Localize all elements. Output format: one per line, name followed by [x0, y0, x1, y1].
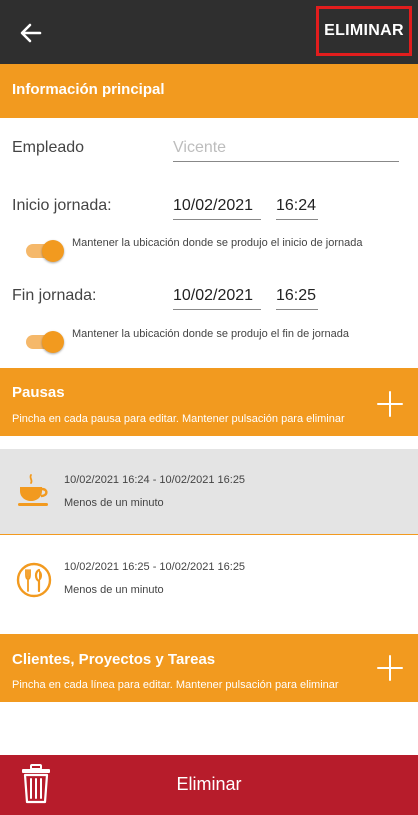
clients-header: Clientes, Proyectos y Tareas Pincha en c…	[0, 634, 418, 702]
toggle-knob	[42, 331, 64, 353]
pauses-header: Pausas Pincha en cada pausa para editar.…	[0, 368, 418, 436]
start-label: Inicio jornada:	[12, 197, 112, 214]
pause-item[interactable]: 10/02/2021 16:25 - 10/02/2021 16:25 Meno…	[0, 536, 418, 622]
start-location-toggle[interactable]	[26, 239, 64, 262]
pause-item[interactable]: 10/02/2021 16:24 - 10/02/2021 16:25 Meno…	[0, 449, 418, 535]
end-location-label: Mantener la ubicación donde se produjo e…	[72, 328, 350, 340]
employee-label: Empleado	[12, 139, 85, 156]
delete-action-button[interactable]: ELIMINAR	[316, 6, 412, 56]
employee-field[interactable]: Vicente	[173, 139, 399, 162]
add-pause-icon[interactable]	[376, 390, 404, 418]
start-location-label: Mantener la ubicación donde se produjo e…	[72, 237, 363, 249]
section-title: Pausas	[12, 384, 65, 401]
end-date-field[interactable]: 10/02/2021	[173, 287, 261, 310]
top-app-bar: ELIMINAR	[0, 0, 418, 64]
main-info-header: Información principal	[0, 64, 418, 118]
delete-label: Eliminar	[176, 774, 242, 794]
toggle-knob	[42, 240, 64, 262]
end-time-field[interactable]: 16:25	[276, 287, 318, 310]
cutlery-icon	[16, 562, 52, 598]
pause-duration: Menos de un minuto	[64, 584, 164, 596]
section-hint: Pincha en cada línea para editar. Manten…	[12, 679, 339, 691]
end-location-toggle[interactable]	[26, 330, 64, 353]
end-label: Fin jornada:	[12, 287, 97, 304]
section-title: Clientes, Proyectos y Tareas	[12, 651, 216, 668]
section-hint: Pincha en cada pausa para editar. Manten…	[12, 413, 345, 425]
start-time-field[interactable]: 16:24	[276, 197, 318, 220]
pause-time-range: 10/02/2021 16:25 - 10/02/2021 16:25	[64, 561, 246, 573]
back-button[interactable]	[14, 16, 48, 50]
delete-bottom-button[interactable]: Eliminar	[0, 755, 418, 815]
pause-time-range: 10/02/2021 16:24 - 10/02/2021 16:25	[64, 474, 246, 486]
add-client-icon[interactable]	[376, 654, 404, 682]
arrow-left-icon	[20, 23, 42, 43]
pause-duration: Menos de un minuto	[64, 497, 164, 509]
start-date-field[interactable]: 10/02/2021	[173, 197, 261, 220]
section-title: Información principal	[12, 81, 165, 98]
coffee-cup-icon	[18, 474, 48, 506]
